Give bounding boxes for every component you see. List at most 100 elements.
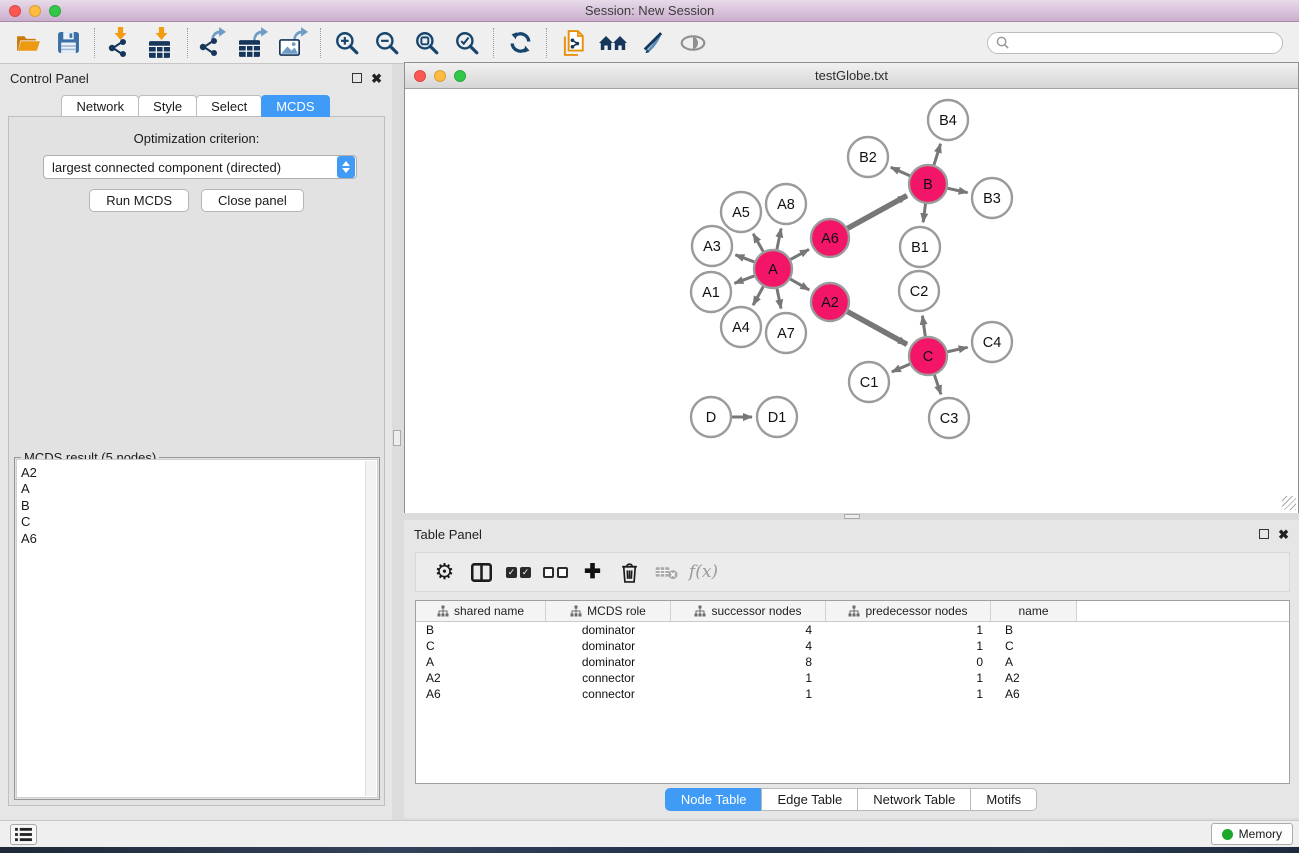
- save-session-button[interactable]: [48, 26, 88, 60]
- close-panel-button[interactable]: Close panel: [201, 189, 304, 212]
- table-row[interactable]: Bdominator41B: [416, 622, 1289, 638]
- show-columns-button[interactable]: [463, 555, 500, 589]
- function-builder-button[interactable]: f(x): [685, 555, 722, 589]
- minimize-network-button[interactable]: [434, 70, 446, 82]
- close-network-button[interactable]: [414, 70, 426, 82]
- mcds-result-list[interactable]: A2ABCA6: [16, 459, 378, 798]
- graph-node-D1[interactable]: D1: [757, 397, 797, 437]
- result-item[interactable]: C: [21, 514, 377, 530]
- apply-layout-button[interactable]: [500, 26, 540, 60]
- memory-button[interactable]: Memory: [1211, 823, 1293, 845]
- graph-node-A8[interactable]: A8: [766, 184, 806, 224]
- result-item[interactable]: B: [21, 498, 377, 514]
- delete-columns-button[interactable]: [611, 555, 648, 589]
- show-graphics-details-button[interactable]: [673, 26, 713, 60]
- import-table-button[interactable]: [141, 26, 181, 60]
- cybrowser-button[interactable]: [593, 26, 633, 60]
- graph-edge-A6-B[interactable]: [848, 196, 907, 229]
- graph-edge-B-B4[interactable]: [934, 144, 941, 165]
- run-mcds-button[interactable]: Run MCDS: [89, 189, 189, 212]
- graph-edge-B-B3[interactable]: [948, 188, 968, 192]
- graph-node-C4[interactable]: C4: [972, 322, 1012, 362]
- graph-edge-A2-C[interactable]: [848, 312, 907, 345]
- criterion-select[interactable]: largest connected component (directed): [43, 155, 357, 179]
- close-panel-icon[interactable]: ✖: [371, 72, 382, 85]
- minimize-window-button[interactable]: [29, 5, 41, 17]
- table-row[interactable]: Cdominator41C: [416, 638, 1289, 654]
- graph-edge-A-A6[interactable]: [791, 249, 809, 259]
- zoom-window-button[interactable]: [49, 5, 61, 17]
- tab-select[interactable]: Select: [196, 95, 262, 117]
- graph-edge-B-B2[interactable]: [891, 167, 910, 176]
- result-item[interactable]: A: [21, 481, 377, 497]
- graph-node-B3[interactable]: B3: [972, 178, 1012, 218]
- table-row[interactable]: Adominator80A: [416, 654, 1289, 670]
- graph-node-B2[interactable]: B2: [848, 137, 888, 177]
- open-file-button[interactable]: [8, 26, 48, 60]
- window-resize-grip[interactable]: [1282, 496, 1296, 510]
- result-list-scrollbar[interactable]: [365, 461, 376, 796]
- network-graph[interactable]: B4B2BB3A5A8A6A3B1AA1C2A2A4A7C4CC1C3DD1: [405, 89, 1298, 513]
- graph-edge-A-A2[interactable]: [790, 279, 809, 290]
- splitter-handle[interactable]: [844, 514, 860, 519]
- zoom-selected-button[interactable]: [447, 26, 487, 60]
- horizontal-splitter[interactable]: [404, 513, 1299, 520]
- graph-node-A7[interactable]: A7: [766, 313, 806, 353]
- export-network-button[interactable]: [194, 26, 234, 60]
- deselect-all-columns-button[interactable]: [537, 555, 574, 589]
- graph-node-B[interactable]: B: [909, 165, 947, 203]
- graph-node-A4[interactable]: A4: [721, 307, 761, 347]
- graph-edge-C-C2[interactable]: [922, 316, 925, 336]
- splitter-handle[interactable]: [393, 430, 401, 446]
- graph-edge-A-A3[interactable]: [735, 255, 754, 262]
- tab-network-table[interactable]: Network Table: [857, 788, 971, 811]
- graph-node-A[interactable]: A: [754, 250, 792, 288]
- column-header-shared-name[interactable]: shared name: [416, 601, 546, 621]
- graph-edge-B-B1[interactable]: [923, 204, 925, 222]
- zoom-fit-button[interactable]: [407, 26, 447, 60]
- toolbar-search[interactable]: [987, 32, 1283, 54]
- vertical-splitter[interactable]: [392, 64, 404, 820]
- hide-graphics-details-button[interactable]: [633, 26, 673, 60]
- graph-node-B4[interactable]: B4: [928, 100, 968, 140]
- graph-node-D[interactable]: D: [691, 397, 731, 437]
- tab-node-table[interactable]: Node Table: [665, 788, 763, 811]
- tab-network[interactable]: Network: [61, 95, 139, 117]
- zoom-in-button[interactable]: [327, 26, 367, 60]
- column-header-MCDS-role[interactable]: MCDS role: [546, 601, 671, 621]
- graph-node-C[interactable]: C: [909, 337, 947, 375]
- graph-node-A1[interactable]: A1: [691, 272, 731, 312]
- graph-edge-A-A5[interactable]: [753, 234, 763, 252]
- result-item[interactable]: A2: [21, 465, 377, 481]
- graph-node-A5[interactable]: A5: [721, 192, 761, 232]
- import-network-button[interactable]: [101, 26, 141, 60]
- graph-node-A3[interactable]: A3: [692, 226, 732, 266]
- column-header-name[interactable]: name: [991, 601, 1077, 621]
- graph-edge-C-C1[interactable]: [892, 364, 910, 372]
- network-canvas[interactable]: B4B2BB3A5A8A6A3B1AA1C2A2A4A7C4CC1C3DD1: [405, 89, 1298, 513]
- export-image-button[interactable]: [274, 26, 314, 60]
- tab-edge-table[interactable]: Edge Table: [761, 788, 858, 811]
- float-panel-icon[interactable]: [1259, 529, 1269, 539]
- result-item[interactable]: A6: [21, 531, 377, 547]
- graph-edge-A-A1[interactable]: [734, 276, 754, 283]
- show-task-history-button[interactable]: [10, 824, 37, 845]
- close-window-button[interactable]: [9, 5, 21, 17]
- close-panel-icon[interactable]: ✖: [1278, 528, 1289, 541]
- new-session-from-network-button[interactable]: [553, 26, 593, 60]
- graph-node-C1[interactable]: C1: [849, 362, 889, 402]
- zoom-out-button[interactable]: [367, 26, 407, 60]
- graph-edge-A-A4[interactable]: [753, 287, 763, 306]
- table-mode-button[interactable]: ⚙: [426, 555, 463, 589]
- graph-node-B1[interactable]: B1: [900, 227, 940, 267]
- zoom-network-button[interactable]: [454, 70, 466, 82]
- tab-style[interactable]: Style: [138, 95, 197, 117]
- select-all-columns-button[interactable]: ✓ ✓: [500, 555, 537, 589]
- export-table-button[interactable]: [234, 26, 274, 60]
- graph-node-C3[interactable]: C3: [929, 398, 969, 438]
- create-column-button[interactable]: ✚: [574, 555, 611, 589]
- graph-node-A2[interactable]: A2: [811, 283, 849, 321]
- column-header-successor-nodes[interactable]: successor nodes: [671, 601, 826, 621]
- table-row[interactable]: A2connector11A2: [416, 670, 1289, 686]
- graph-edge-A-A7[interactable]: [777, 289, 781, 309]
